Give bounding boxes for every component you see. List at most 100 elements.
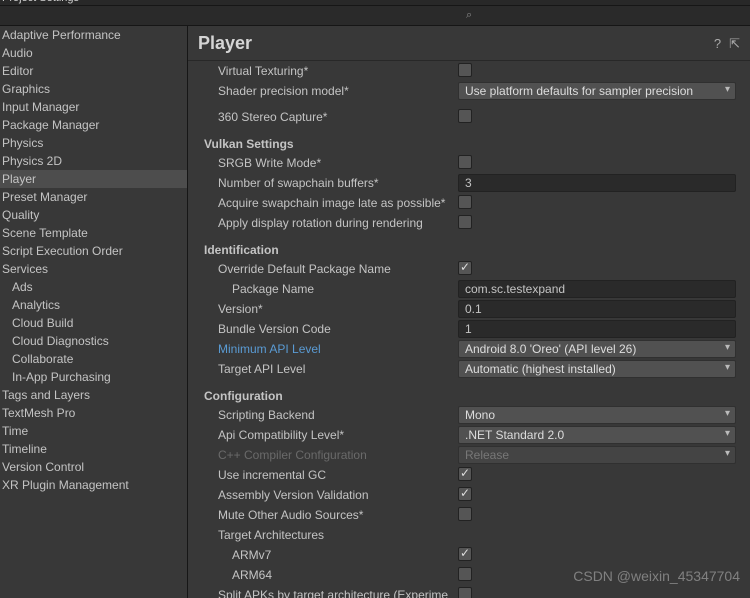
label: Target Architectures bbox=[204, 528, 458, 542]
section-vulkan: Vulkan Settings bbox=[188, 133, 736, 153]
sidebar-item-cloud-diagnostics[interactable]: Cloud Diagnostics bbox=[0, 332, 187, 350]
select-api-compat[interactable]: .NET Standard 2.0 bbox=[458, 426, 736, 444]
select-scripting-backend[interactable]: Mono bbox=[458, 406, 736, 424]
sidebar-item-version-control[interactable]: Version Control bbox=[0, 458, 187, 476]
select-shader-precision[interactable]: Use platform defaults for sampler precis… bbox=[458, 82, 736, 100]
search-icon[interactable]: ⌕ bbox=[466, 9, 472, 22]
label: Scripting Backend bbox=[204, 408, 458, 422]
row-cpp-compiler: C++ Compiler Configuration Release bbox=[188, 445, 736, 465]
checkbox-armv7[interactable] bbox=[458, 547, 472, 561]
row-shader-precision: Shader precision model* Use platform def… bbox=[188, 81, 736, 101]
sidebar-item-cloud-build[interactable]: Cloud Build bbox=[0, 314, 187, 332]
label: Number of swapchain buffers* bbox=[204, 176, 458, 190]
row-swapchain-buffers: Number of swapchain buffers* bbox=[188, 173, 736, 193]
sidebar-item-script-execution-order[interactable]: Script Execution Order bbox=[0, 242, 187, 260]
label: 360 Stereo Capture* bbox=[204, 110, 458, 124]
label: C++ Compiler Configuration bbox=[204, 448, 458, 462]
sidebar-item-textmesh-pro[interactable]: TextMesh Pro bbox=[0, 404, 187, 422]
input-swapchain-buffers[interactable] bbox=[458, 174, 736, 192]
help-icon[interactable]: ? bbox=[714, 36, 721, 52]
label: Target API Level bbox=[204, 362, 458, 376]
label: Version* bbox=[204, 302, 458, 316]
settings-sidebar: Adaptive PerformanceAudioEditorGraphicsI… bbox=[0, 26, 188, 598]
settings-scroll: Virtual Texturing* Shader precision mode… bbox=[188, 61, 750, 598]
row-target-api: Target API Level Automatic (highest inst… bbox=[188, 359, 736, 379]
sidebar-item-time[interactable]: Time bbox=[0, 422, 187, 440]
row-pkg-name: Package Name bbox=[188, 279, 736, 299]
sidebar-item-input-manager[interactable]: Input Manager bbox=[0, 98, 187, 116]
checkbox-arm64[interactable] bbox=[458, 567, 472, 581]
sidebar-item-xr-plugin-management[interactable]: XR Plugin Management bbox=[0, 476, 187, 494]
sidebar-item-tags-and-layers[interactable]: Tags and Layers bbox=[0, 386, 187, 404]
sidebar-item-timeline[interactable]: Timeline bbox=[0, 440, 187, 458]
sidebar-item-analytics[interactable]: Analytics bbox=[0, 296, 187, 314]
label: Acquire swapchain image late as possible… bbox=[204, 196, 458, 210]
sidebar-item-preset-manager[interactable]: Preset Manager bbox=[0, 188, 187, 206]
checkbox-360-stereo[interactable] bbox=[458, 109, 472, 123]
sidebar-item-adaptive-performance[interactable]: Adaptive Performance bbox=[0, 26, 187, 44]
row-360-stereo: 360 Stereo Capture* bbox=[188, 107, 736, 127]
input-version[interactable] bbox=[458, 300, 736, 318]
checkbox-display-rotation[interactable] bbox=[458, 215, 472, 229]
checkbox-acquire-swapchain[interactable] bbox=[458, 195, 472, 209]
label: Override Default Package Name bbox=[204, 262, 458, 276]
row-assembly-validation: Assembly Version Validation bbox=[188, 485, 736, 505]
label: Shader precision model* bbox=[204, 84, 458, 98]
sidebar-item-editor[interactable]: Editor bbox=[0, 62, 187, 80]
sidebar-item-quality[interactable]: Quality bbox=[0, 206, 187, 224]
popout-icon[interactable]: ⇱ bbox=[729, 36, 740, 52]
row-incremental-gc: Use incremental GC bbox=[188, 465, 736, 485]
sidebar-item-ads[interactable]: Ads bbox=[0, 278, 187, 296]
row-api-compat: Api Compatibility Level* .NET Standard 2… bbox=[188, 425, 736, 445]
label: Api Compatibility Level* bbox=[204, 428, 458, 442]
content-header: Player ? ⇱ bbox=[188, 26, 750, 61]
sidebar-item-audio[interactable]: Audio bbox=[0, 44, 187, 62]
checkbox-mute-audio[interactable] bbox=[458, 507, 472, 521]
row-armv7: ARMv7 bbox=[188, 545, 736, 565]
sidebar-item-in-app-purchasing[interactable]: In-App Purchasing bbox=[0, 368, 187, 386]
sidebar-item-package-manager[interactable]: Package Manager bbox=[0, 116, 187, 134]
row-override-pkg: Override Default Package Name bbox=[188, 259, 736, 279]
sidebar-item-physics-2d[interactable]: Physics 2D bbox=[0, 152, 187, 170]
checkbox-virtual-texturing[interactable] bbox=[458, 63, 472, 77]
label-min-api: Minimum API Level bbox=[204, 342, 458, 356]
checkbox-assembly-validation[interactable] bbox=[458, 487, 472, 501]
label: ARMv7 bbox=[204, 548, 458, 562]
sidebar-item-player[interactable]: Player bbox=[0, 170, 187, 188]
row-arm64: ARM64 bbox=[188, 565, 736, 585]
select-target-api[interactable]: Automatic (highest installed) bbox=[458, 360, 736, 378]
row-version: Version* bbox=[188, 299, 736, 319]
label: Mute Other Audio Sources* bbox=[204, 508, 458, 522]
row-virtual-texturing: Virtual Texturing* bbox=[188, 61, 736, 81]
row-target-arch: Target Architectures bbox=[188, 525, 736, 545]
label: SRGB Write Mode* bbox=[204, 156, 458, 170]
row-acquire-swapchain: Acquire swapchain image late as possible… bbox=[188, 193, 736, 213]
input-bundle-version[interactable] bbox=[458, 320, 736, 338]
checkbox-incremental-gc[interactable] bbox=[458, 467, 472, 481]
label: Use incremental GC bbox=[204, 468, 458, 482]
row-scripting-backend: Scripting Backend Mono bbox=[188, 405, 736, 425]
checkbox-srgb-write[interactable] bbox=[458, 155, 472, 169]
window-title: Project Settings bbox=[2, 0, 79, 4]
sidebar-item-services[interactable]: Services bbox=[0, 260, 187, 278]
label: Assembly Version Validation bbox=[204, 488, 458, 502]
content-panel: Player ? ⇱ Virtual Texturing* Shader pre… bbox=[188, 26, 750, 598]
section-configuration: Configuration bbox=[188, 385, 736, 405]
checkbox-split-apks[interactable] bbox=[458, 587, 472, 598]
sidebar-item-scene-template[interactable]: Scene Template bbox=[0, 224, 187, 242]
checkbox-override-pkg[interactable] bbox=[458, 261, 472, 275]
row-min-api: Minimum API Level Android 8.0 'Oreo' (AP… bbox=[188, 339, 736, 359]
page-title: Player bbox=[198, 33, 252, 54]
label: Apply display rotation during rendering bbox=[204, 216, 458, 230]
searchbar: ⌕ bbox=[0, 6, 750, 26]
select-cpp-compiler: Release bbox=[458, 446, 736, 464]
sidebar-item-physics[interactable]: Physics bbox=[0, 134, 187, 152]
input-pkg-name[interactable] bbox=[458, 280, 736, 298]
label: ARM64 bbox=[204, 568, 458, 582]
sidebar-item-graphics[interactable]: Graphics bbox=[0, 80, 187, 98]
sidebar-item-collaborate[interactable]: Collaborate bbox=[0, 350, 187, 368]
select-min-api[interactable]: Android 8.0 'Oreo' (API level 26) bbox=[458, 340, 736, 358]
label: Split APKs by target architecture (Exper… bbox=[204, 588, 458, 598]
row-bundle-version: Bundle Version Code bbox=[188, 319, 736, 339]
section-identification: Identification bbox=[188, 239, 736, 259]
